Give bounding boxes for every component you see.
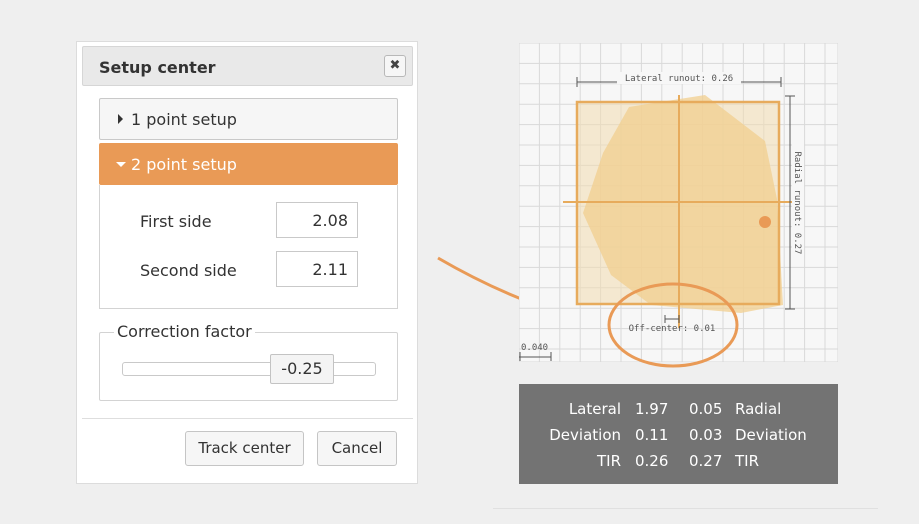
off-center-highlight-ellipse <box>607 282 739 368</box>
bottom-divider <box>493 508 878 509</box>
stats-value: 0.27 <box>689 452 723 470</box>
stats-value: 0.11 <box>635 426 669 444</box>
stats-label: Radial <box>735 400 782 418</box>
stats-label: TIR <box>735 452 760 470</box>
stats-value: 0.03 <box>689 426 723 444</box>
stats-label: Deviation <box>735 426 807 444</box>
stats-value: 1.97 <box>635 400 669 418</box>
stats-value: 0.05 <box>689 400 723 418</box>
stats-label: TIR <box>596 452 621 470</box>
screen: Setup center ✖ 1 point setup 2 point set… <box>0 0 919 524</box>
stats-label: Deviation <box>549 426 621 444</box>
stats-label: Lateral <box>568 400 621 418</box>
stats-value: 0.26 <box>635 452 669 470</box>
stats-table: Lateral 1.97 0.05 Radial Deviation 0.11 … <box>519 384 838 484</box>
